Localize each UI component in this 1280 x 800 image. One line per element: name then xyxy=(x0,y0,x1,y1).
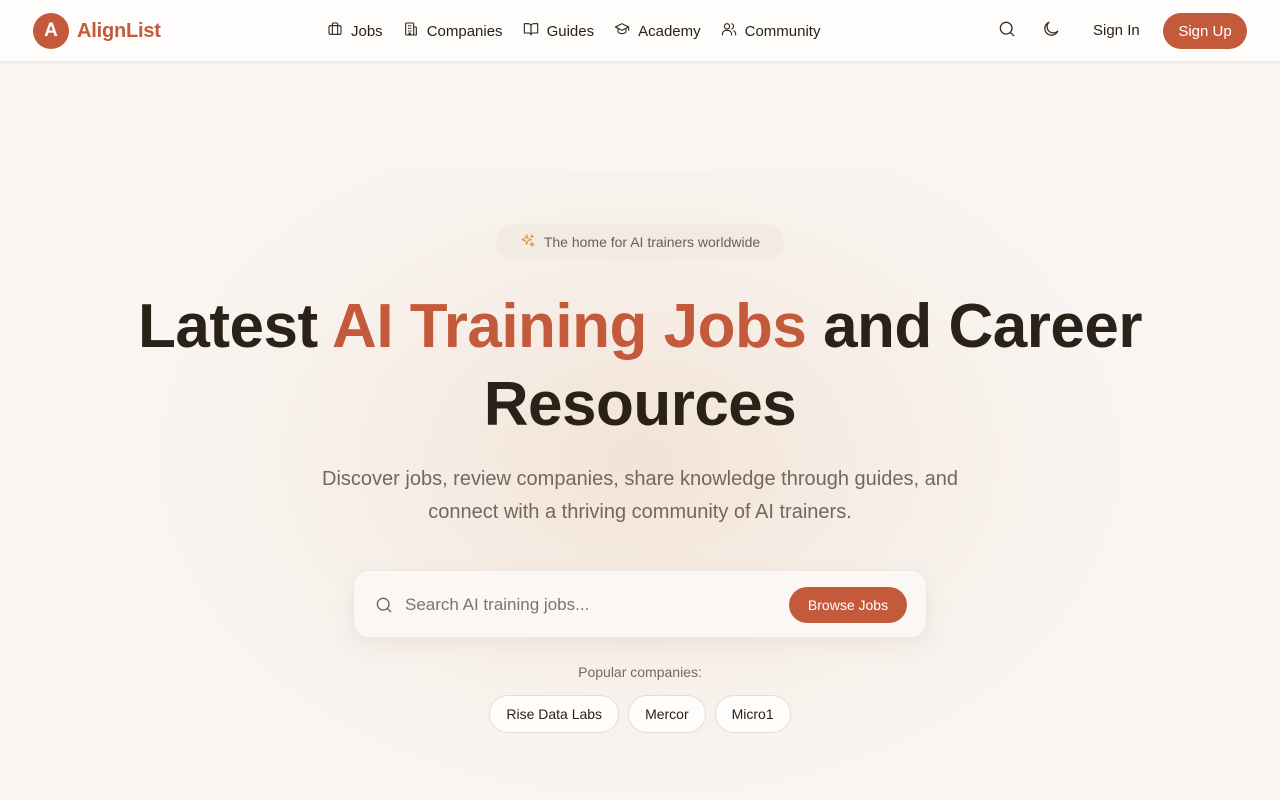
tagline-badge: The home for AI trainers worldwide xyxy=(496,224,784,260)
title-lead: Latest xyxy=(138,292,333,361)
job-search-bar: Browse Jobs xyxy=(353,570,927,638)
sparkles-icon xyxy=(520,233,536,252)
site-header: A AlignList Jobs Companies Guides Academ… xyxy=(0,0,1280,62)
search-icon xyxy=(374,595,394,615)
moon-icon xyxy=(1041,19,1061,44)
page-title: Latest AI Training Jobs and Career Resou… xyxy=(100,288,1180,444)
popular-companies-list: Rise Data Labs Mercor Micro1 xyxy=(0,695,1280,733)
sign-up-button[interactable]: Sign Up xyxy=(1163,13,1247,49)
nav-item-label: Jobs xyxy=(351,22,383,40)
nav-item-label: Community xyxy=(744,22,821,40)
company-chip-rise-data-labs[interactable]: Rise Data Labs xyxy=(489,695,620,733)
building-icon xyxy=(403,21,419,41)
users-icon xyxy=(721,21,737,41)
title-accent: AI Training Jobs xyxy=(332,292,807,361)
theme-toggle-button[interactable] xyxy=(1039,19,1063,43)
search-icon xyxy=(997,19,1017,44)
header-search-button[interactable] xyxy=(995,19,1019,43)
browse-jobs-button[interactable]: Browse Jobs xyxy=(789,587,907,623)
book-open-icon xyxy=(523,21,539,41)
nav-item-guides[interactable]: Guides xyxy=(523,21,595,41)
company-chip-mercor[interactable]: Mercor xyxy=(628,695,706,733)
popular-companies-label: Popular companies: xyxy=(578,664,702,680)
nav-item-companies[interactable]: Companies xyxy=(403,21,503,41)
sign-in-link[interactable]: Sign In xyxy=(1093,22,1140,39)
nav-item-label: Companies xyxy=(426,22,503,40)
hero-subtitle: Discover jobs, review companies, share k… xyxy=(322,468,958,523)
logo-text: AlignList xyxy=(77,19,161,42)
nav-item-academy[interactable]: Academy xyxy=(614,21,701,41)
nav-item-label: Guides xyxy=(546,22,595,40)
nav-item-label: Academy xyxy=(638,22,701,40)
nav-item-community[interactable]: Community xyxy=(721,21,821,41)
main-nav: Jobs Companies Guides Academy Community xyxy=(327,0,820,62)
logo-mark: A xyxy=(33,13,69,49)
tagline-text: The home for AI trainers worldwide xyxy=(543,234,761,250)
briefcase-icon xyxy=(327,21,343,41)
nav-item-jobs[interactable]: Jobs xyxy=(327,21,383,41)
job-search-input[interactable] xyxy=(405,593,775,617)
graduation-cap-icon xyxy=(614,21,630,41)
logo[interactable]: A AlignList xyxy=(33,13,161,49)
company-chip-micro1[interactable]: Micro1 xyxy=(714,695,791,733)
